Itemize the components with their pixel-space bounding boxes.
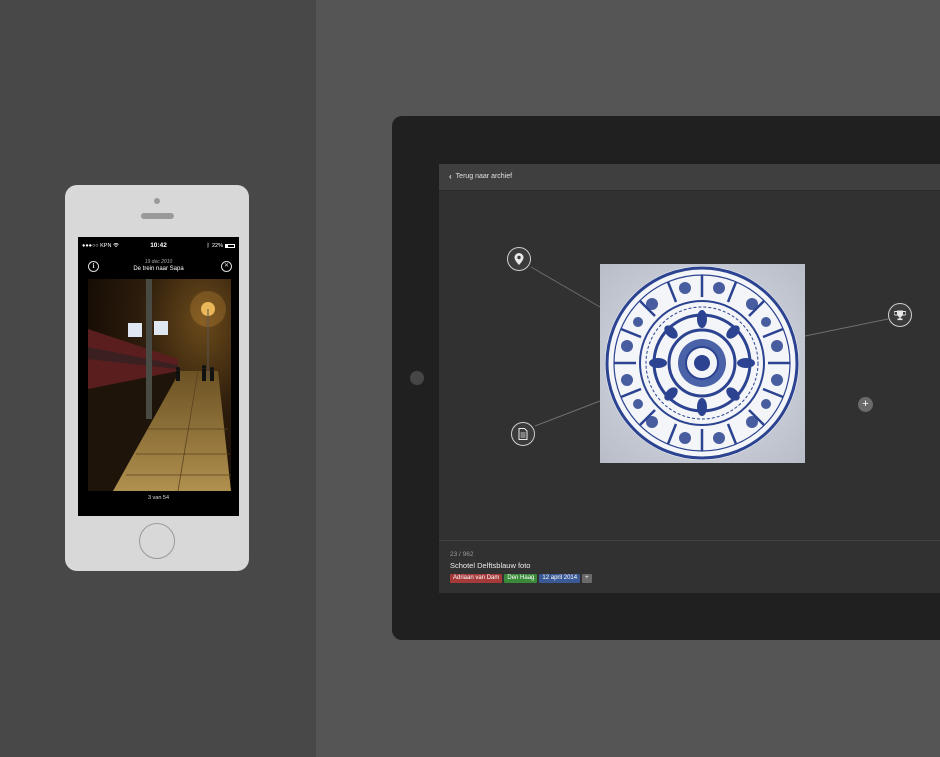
delft-plate-image bbox=[600, 264, 805, 463]
trophy-icon bbox=[894, 310, 906, 320]
train-platform-photo[interactable] bbox=[88, 279, 231, 491]
document-icon bbox=[518, 428, 528, 440]
item-title: Schotel Delftsblauw foto bbox=[450, 561, 531, 570]
document-node[interactable] bbox=[511, 422, 535, 446]
phone-screen: ●●●○○ KPN 10:42 ᛒ 22% i ✕ 19 dec 2010 De… bbox=[78, 237, 239, 516]
location-node[interactable] bbox=[507, 247, 531, 271]
phone-home-button[interactable] bbox=[139, 523, 175, 559]
status-bar: ●●●○○ KPN 10:42 ᛒ 22% bbox=[78, 242, 239, 252]
tablet-device: ‹ Terug naar archief + 23 / 962 Schotel … bbox=[392, 116, 940, 640]
phone-speaker bbox=[141, 213, 174, 219]
tablet-screen: ‹ Terug naar archief + 23 / 962 Schotel … bbox=[439, 164, 940, 593]
trophy-node[interactable] bbox=[888, 303, 912, 327]
battery-icon bbox=[225, 244, 235, 248]
phone-camera bbox=[154, 198, 160, 204]
tablet-home-button[interactable] bbox=[410, 371, 424, 385]
photo-counter: 3 van 54 bbox=[147, 495, 170, 501]
location-pin-icon bbox=[514, 253, 524, 265]
tag-location[interactable]: Den Haag bbox=[504, 574, 538, 583]
tag-person[interactable]: Adriaan van Dam bbox=[450, 574, 503, 583]
item-counter: 23 / 962 bbox=[450, 551, 474, 558]
add-tag-button[interactable]: + bbox=[582, 574, 592, 583]
delft-plate-photo[interactable] bbox=[600, 264, 805, 463]
photo-date: 19 dec 2010 bbox=[144, 259, 173, 265]
footer-divider bbox=[439, 540, 940, 541]
phone-device: ●●●○○ KPN 10:42 ᛒ 22% i ✕ 19 dec 2010 De… bbox=[65, 185, 249, 571]
bluetooth-icon: ᛒ bbox=[206, 243, 210, 249]
tag-date[interactable]: 12 april 2014 bbox=[539, 574, 581, 583]
battery-percentage: 22% bbox=[211, 243, 223, 249]
add-node-button[interactable]: + bbox=[858, 397, 873, 412]
status-battery: ᛒ 22% bbox=[207, 243, 235, 249]
tag-list: Adriaan van Dam Den Haag 12 april 2014 + bbox=[450, 574, 592, 583]
photo-title: De trein naar Sapa bbox=[133, 266, 184, 272]
